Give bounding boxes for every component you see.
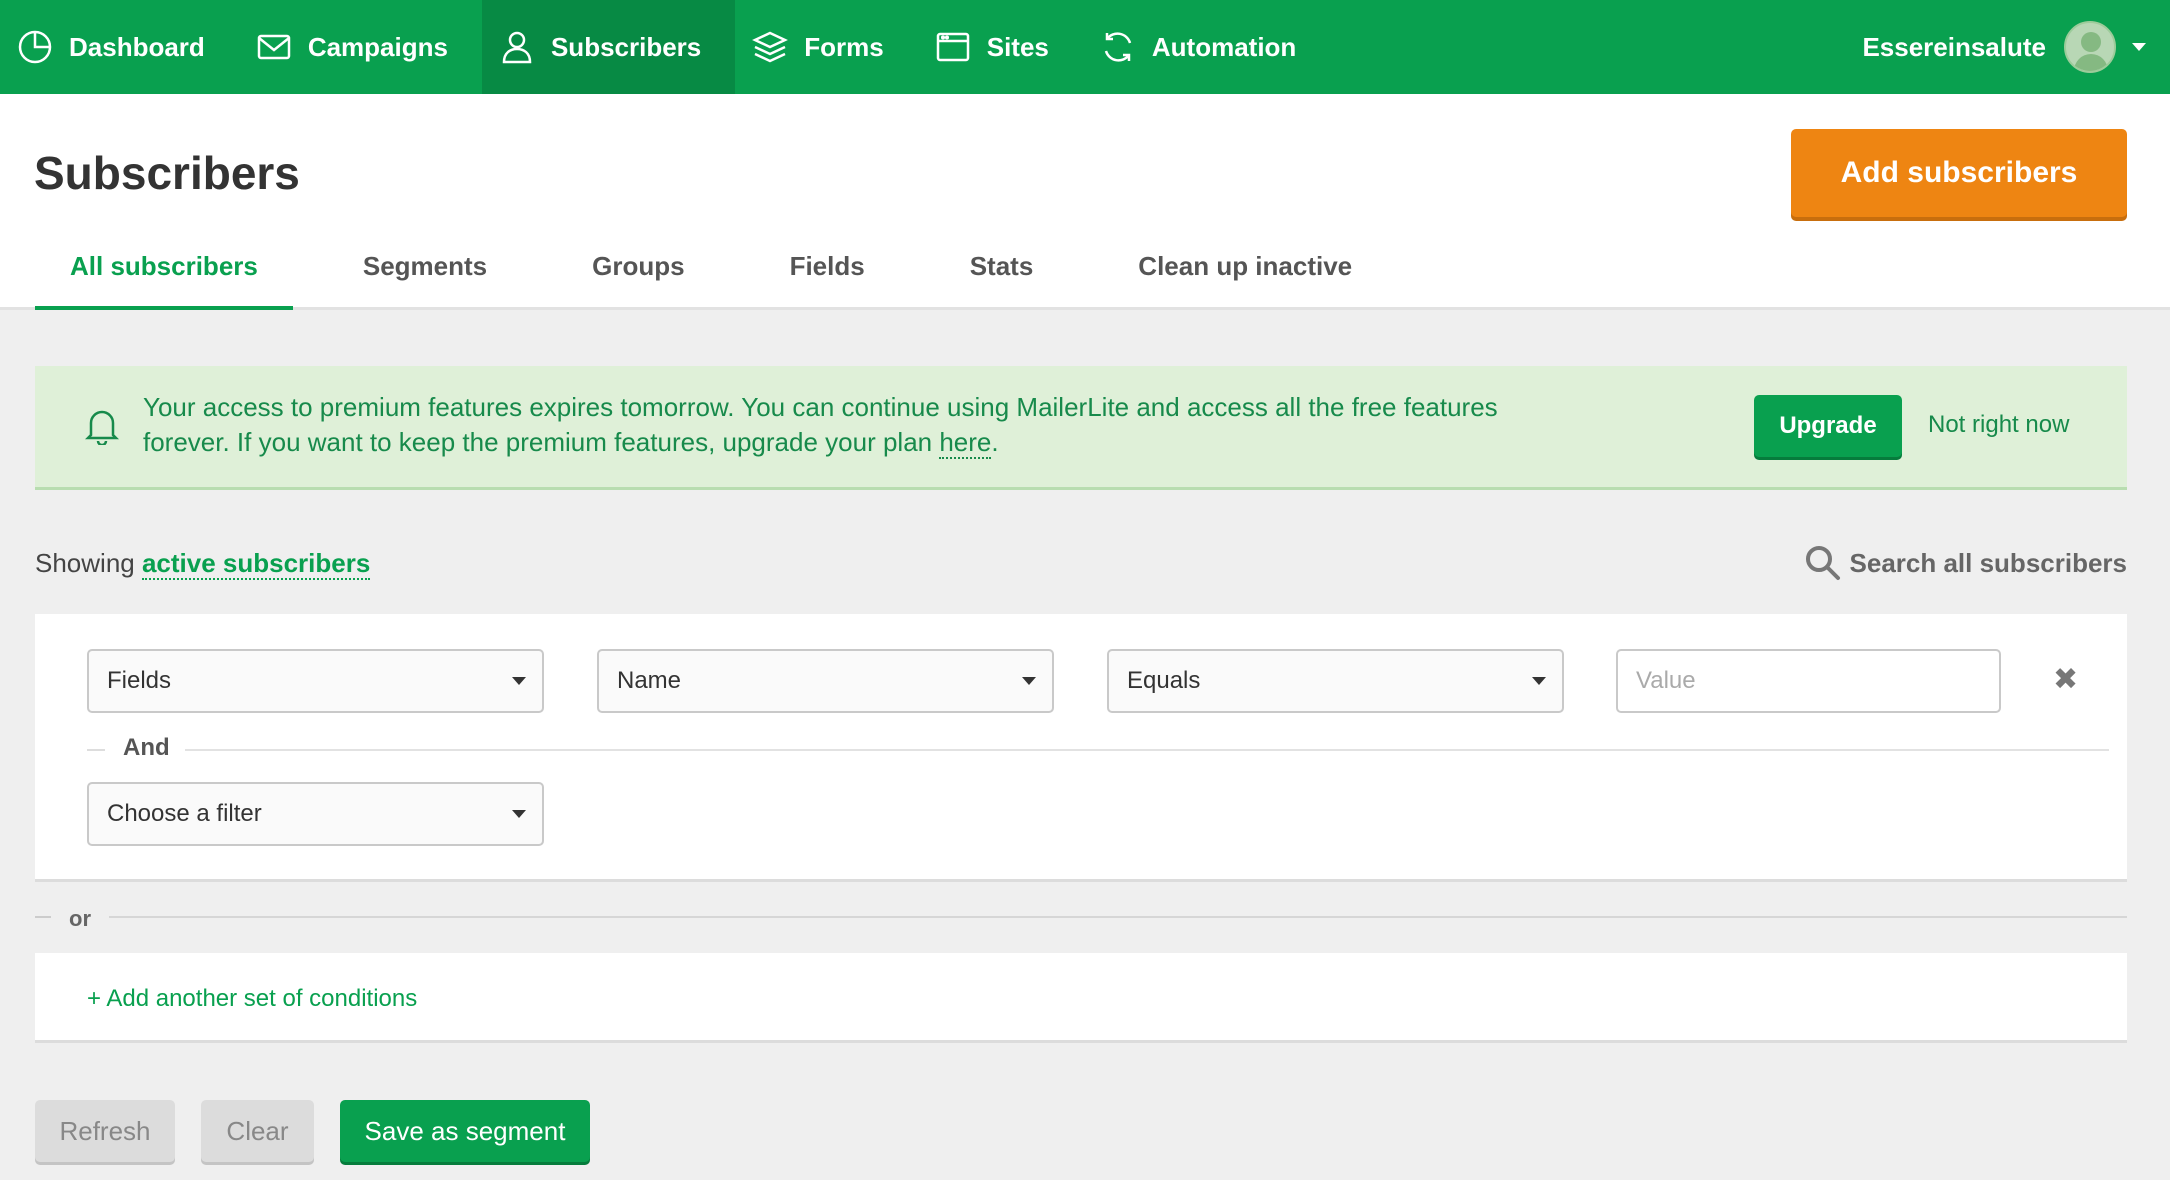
avatar	[2064, 21, 2116, 73]
remove-condition-close-icon[interactable]: ✖	[2053, 662, 2078, 697]
separator-dash	[87, 749, 105, 751]
nav-item-forms[interactable]: Forms	[735, 0, 917, 94]
envelope-icon	[257, 34, 291, 60]
nav-item-automation[interactable]: Automation	[1083, 0, 1330, 94]
subscriber-tabs: All subscribers Segments Groups Fields S…	[35, 246, 1422, 310]
filter-conditions-card: Fields Name Equals ✖ And Choose a filter	[35, 614, 2127, 882]
tab-stats[interactable]: Stats	[935, 246, 1069, 310]
and-separator: And	[87, 734, 2109, 764]
nav-item-label: Dashboard	[69, 31, 205, 62]
add-another-set-of-conditions-link[interactable]: + Add another set of conditions	[87, 985, 417, 1013]
search-all-label: Search all subscribers	[1849, 547, 2127, 578]
and-label: And	[123, 734, 170, 761]
choose-filter-select[interactable]: Choose a filter	[87, 782, 544, 846]
user-menu[interactable]: Essereinsalute	[1862, 0, 2170, 94]
nav-item-label: Forms	[804, 31, 884, 62]
chevron-down-icon	[1022, 677, 1036, 685]
username: Essereinsalute	[1862, 31, 2046, 62]
value-input[interactable]	[1616, 649, 2001, 713]
save-as-segment-button[interactable]: Save as segment	[340, 1100, 590, 1162]
field-type-select[interactable]: Fields	[87, 649, 544, 713]
top-navigation: Dashboard Campaigns Subscribers Forms Si…	[0, 0, 2170, 94]
refresh-button[interactable]: Refresh	[35, 1100, 175, 1162]
choose-filter-value: Choose a filter	[107, 800, 262, 827]
nav-item-label: Sites	[986, 31, 1049, 62]
search-icon	[1805, 546, 1840, 580]
user-icon	[502, 31, 532, 64]
nav-item-label: Automation	[1151, 31, 1297, 62]
clear-button[interactable]: Clear	[201, 1100, 314, 1162]
showing-label: Showing	[35, 548, 135, 578]
bell-icon	[85, 410, 119, 445]
active-subscribers-link[interactable]: active subscribers	[141, 548, 371, 580]
not-right-now-link[interactable]: Not right now	[1928, 411, 2069, 439]
tab-fields[interactable]: Fields	[755, 246, 900, 310]
field-value: Name	[617, 667, 682, 694]
chevron-down-icon	[512, 677, 526, 685]
chevron-down-icon	[1532, 677, 1546, 685]
chevron-down-icon	[512, 810, 526, 818]
separator-dash	[35, 916, 51, 918]
tab-clean-up-inactive[interactable]: Clean up inactive	[1103, 246, 1387, 310]
or-separator: or	[35, 906, 2127, 936]
field-select[interactable]: Name	[597, 649, 1054, 713]
nav-item-campaigns[interactable]: Campaigns	[239, 0, 482, 94]
separator-line	[185, 749, 2109, 751]
add-subscribers-button[interactable]: Add subscribers	[1791, 129, 2127, 217]
dashboard-icon	[18, 30, 52, 64]
tab-groups[interactable]: Groups	[557, 246, 719, 310]
or-label: or	[69, 906, 91, 931]
browser-window-icon	[936, 32, 969, 62]
tab-segments[interactable]: Segments	[328, 246, 522, 310]
nav-item-subscribers[interactable]: Subscribers	[481, 0, 736, 94]
chevron-down-icon	[2132, 43, 2146, 51]
banner-text: Your access to premium features expires …	[143, 392, 1498, 457]
page-title: Subscribers	[34, 147, 300, 199]
operator-select[interactable]: Equals	[1107, 649, 1564, 713]
nav-item-dashboard[interactable]: Dashboard	[0, 0, 239, 94]
refresh-cycle-icon	[1104, 32, 1132, 62]
banner-here-link[interactable]: here	[939, 427, 992, 459]
add-conditions-card: + Add another set of conditions	[35, 953, 2127, 1043]
layers-icon	[752, 31, 789, 63]
nav-item-label: Subscribers	[550, 31, 702, 62]
upgrade-button[interactable]: Upgrade	[1754, 395, 1902, 457]
banner-message: Your access to premium features expires …	[143, 390, 1543, 460]
page-header: Subscribers Add subscribers All subscrib…	[0, 94, 2170, 310]
nav-item-sites[interactable]: Sites	[918, 0, 1083, 94]
separator-line	[109, 916, 2127, 918]
nav-item-label: Campaigns	[307, 31, 448, 62]
tab-all-subscribers[interactable]: All subscribers	[35, 246, 293, 310]
operator-value: Equals	[1127, 667, 1201, 694]
showing-status: Showing active subscribers	[35, 548, 371, 580]
search-all-subscribers-button[interactable]: Search all subscribers	[1804, 544, 2127, 582]
premium-expiry-banner: Your access to premium features expires …	[35, 366, 2127, 490]
banner-text-suffix: .	[991, 427, 999, 457]
field-type-value: Fields	[107, 667, 172, 694]
